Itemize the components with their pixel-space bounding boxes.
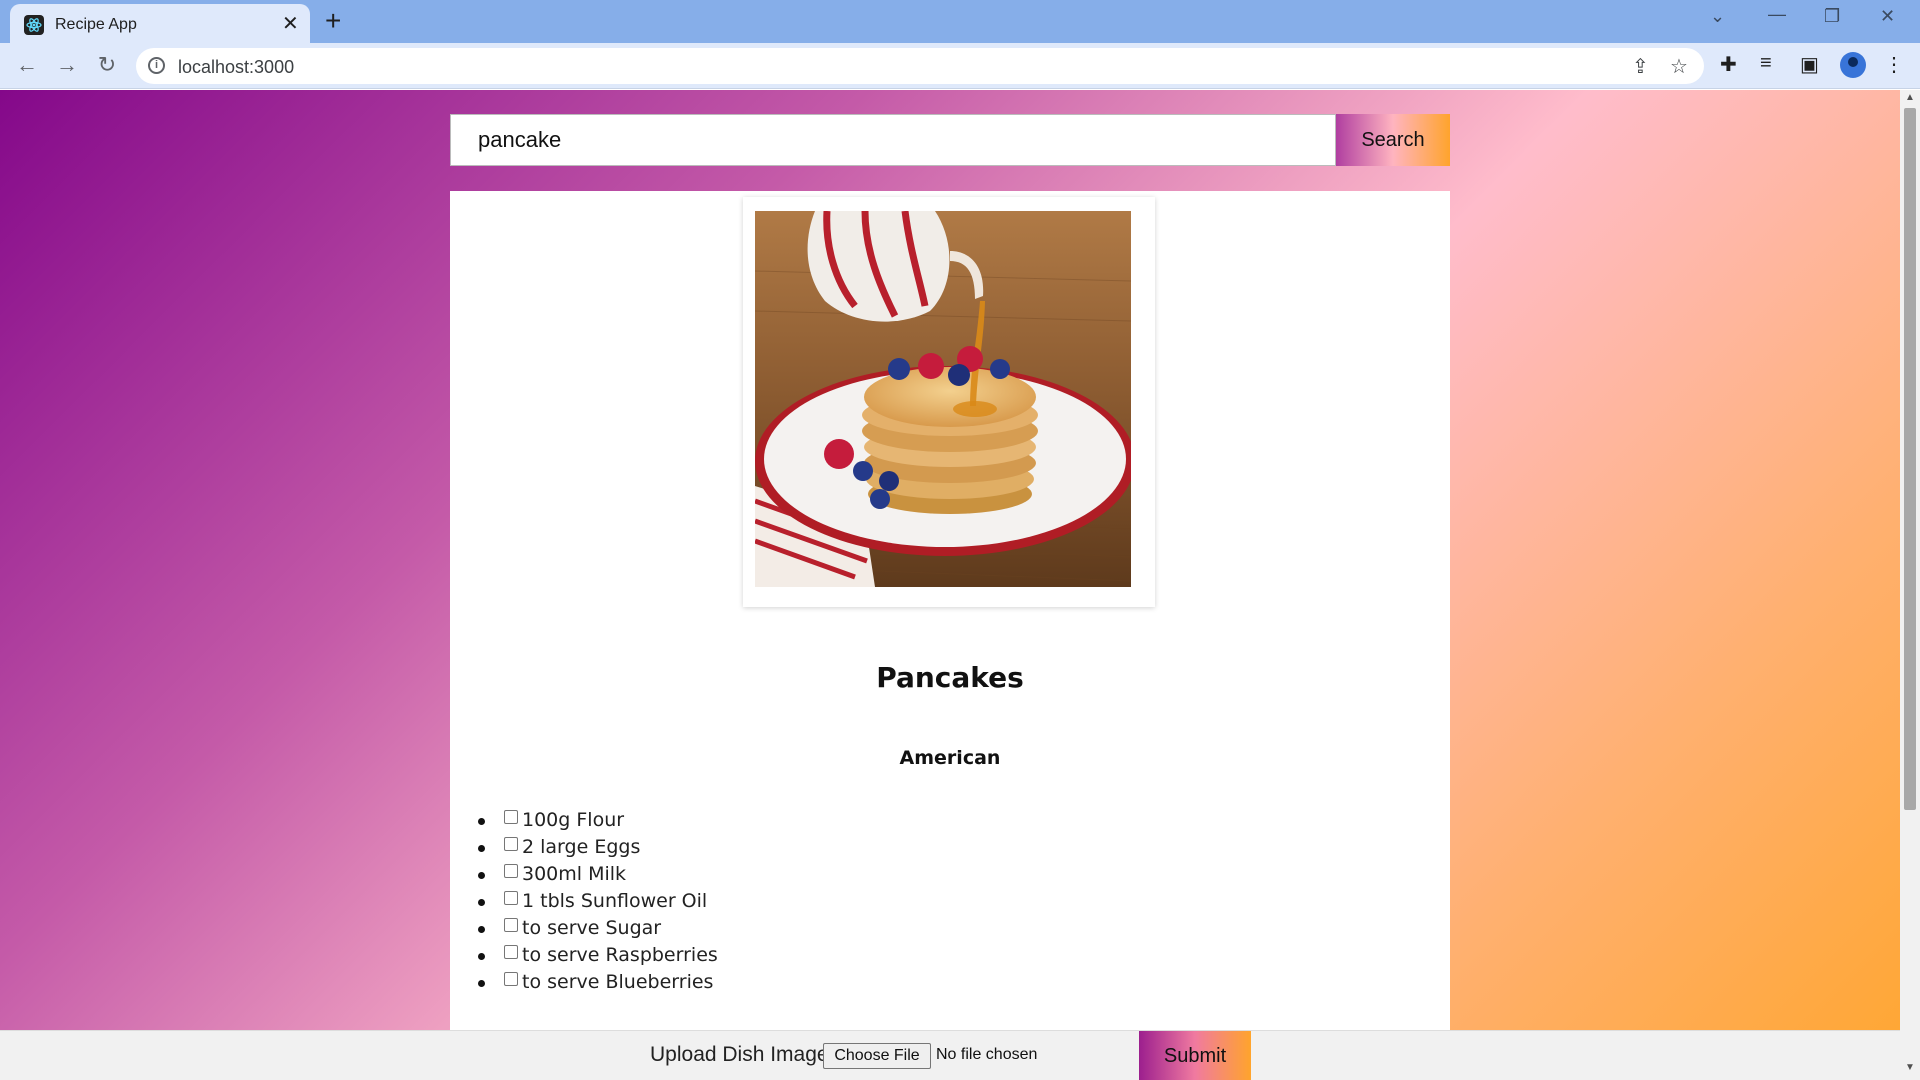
ingredient-checkbox[interactable] [504, 918, 518, 932]
plus-icon[interactable]: + [325, 7, 341, 35]
ingredient-item: to serve Sugar [478, 917, 718, 944]
info-icon[interactable]: i [148, 57, 165, 74]
ingredient-label: to serve Raspberries [522, 944, 718, 966]
scroll-up-icon[interactable]: ▲ [1905, 92, 1915, 103]
ingredient-label: to serve Blueberries [522, 971, 714, 993]
ingredient-checkbox[interactable] [504, 945, 518, 959]
ingredient-label: 300ml Milk [522, 863, 627, 885]
ingredient-checkbox[interactable] [504, 837, 518, 851]
recipe-title: Pancakes [876, 661, 1024, 694]
menu-icon[interactable]: ⋮ [1884, 52, 1904, 77]
ingredient-item: 100g Flour [478, 809, 718, 836]
ingredient-checkbox[interactable] [504, 891, 518, 905]
star-icon[interactable]: ☆ [1670, 54, 1688, 79]
ingredient-item: to serve Blueberries [478, 971, 718, 998]
ingredient-item: 1 tbls Sunflower Oil [478, 890, 718, 917]
upload-bar: Upload Dish Image: Choose File No file c… [0, 1030, 1900, 1080]
search-form: Search [450, 114, 1450, 166]
restore-icon[interactable]: ❐ [1824, 6, 1840, 27]
browser-tabstrip: Recipe App ✕ + ⌄ — ❐ ✕ [0, 0, 1920, 43]
recipe-image-frame [743, 197, 1155, 607]
ingredient-item: to serve Raspberries [478, 944, 718, 971]
close-icon[interactable]: ✕ [282, 14, 299, 34]
upload-label: Upload Dish Image: [650, 1043, 835, 1066]
page-scrollbar[interactable]: ▲ ▼ [1900, 90, 1920, 1080]
url-text[interactable]: localhost:3000 [178, 57, 294, 78]
ingredient-item: 2 large Eggs [478, 836, 718, 863]
share-icon[interactable]: ⇪ [1632, 54, 1649, 79]
recipe-image [755, 211, 1131, 587]
search-input[interactable] [450, 114, 1336, 166]
ingredient-checkbox[interactable] [504, 864, 518, 878]
file-status: No file chosen [936, 1046, 1038, 1063]
page-viewport: Search [0, 90, 1900, 1080]
minimize-icon[interactable]: — [1768, 4, 1786, 25]
media-icon[interactable]: ≡ [1760, 52, 1772, 75]
ingredient-checkbox[interactable] [504, 810, 518, 824]
ingredient-item: 300ml Milk [478, 863, 718, 890]
choose-file-button[interactable]: Choose File [823, 1043, 931, 1069]
sidepanel-icon[interactable]: ▣ [1800, 52, 1819, 77]
ingredient-label: 2 large Eggs [522, 836, 641, 858]
chevron-down-icon[interactable]: ⌄ [1710, 6, 1725, 27]
ingredient-label: 100g Flour [522, 809, 625, 831]
recipe-cuisine: American [899, 747, 1001, 769]
close-window-icon[interactable]: ✕ [1880, 6, 1895, 27]
ingredient-label: 1 tbls Sunflower Oil [522, 890, 708, 912]
search-button[interactable]: Search [1336, 114, 1450, 166]
address-bar[interactable]: i localhost:3000 ⇪ ☆ [136, 48, 1704, 84]
ingredient-checkbox[interactable] [504, 972, 518, 986]
react-icon [24, 15, 44, 35]
back-icon[interactable]: ← [13, 51, 41, 79]
scroll-down-icon[interactable]: ▼ [1905, 1062, 1915, 1073]
extensions-icon[interactable]: ✚ [1720, 52, 1737, 77]
browser-tab[interactable]: Recipe App ✕ [10, 4, 310, 43]
tab-title: Recipe App [55, 16, 137, 33]
scroll-thumb[interactable] [1904, 108, 1916, 810]
reload-icon[interactable]: ↻ [93, 51, 121, 79]
browser-toolbar: ← → ↻ i localhost:3000 ⇪ ☆ ✚ ≡ ▣ ⋮ [0, 43, 1920, 89]
submit-button[interactable]: Submit [1139, 1031, 1251, 1080]
forward-icon[interactable]: → [53, 51, 81, 79]
profile-icon[interactable] [1840, 52, 1866, 78]
ingredient-label: to serve Sugar [522, 917, 662, 939]
ingredient-list: 100g Flour 2 large Eggs 300ml Milk 1 tbl… [478, 809, 718, 998]
recipe-card: Pancakes American 100g Flour 2 large Egg… [450, 191, 1450, 1080]
